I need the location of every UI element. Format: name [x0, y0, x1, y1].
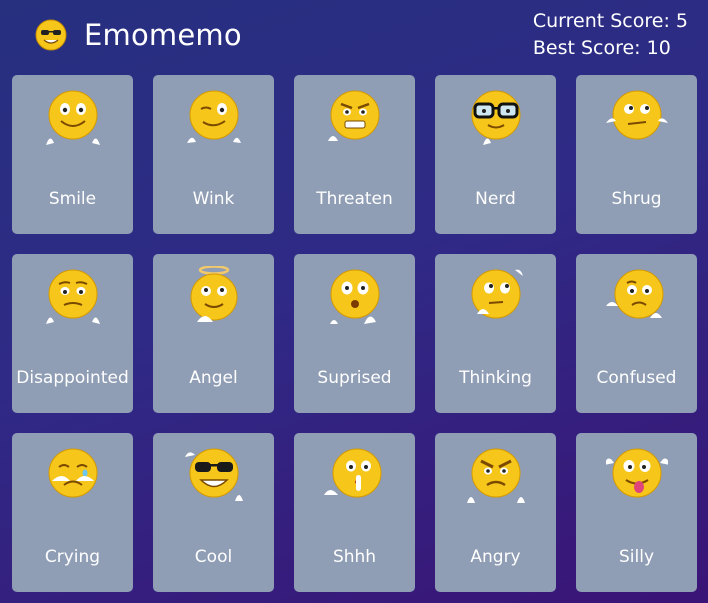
card-smile[interactable]: Smile: [12, 75, 133, 234]
threaten-emoji-icon: [328, 90, 380, 141]
silly-emoji-icon: [606, 448, 668, 498]
card-silly[interactable]: Silly: [576, 433, 697, 592]
thinking-emoji-icon: [471, 269, 523, 319]
app-title: Emomemo: [84, 18, 242, 52]
smile-emoji-icon: [46, 90, 100, 145]
card-thinking[interactable]: Thinking: [435, 254, 556, 413]
card-label: Angel: [189, 368, 238, 388]
angry-emoji-icon: [467, 448, 525, 503]
card-label: Smile: [48, 189, 97, 209]
card-angry[interactable]: Angry: [435, 433, 556, 592]
card-angel[interactable]: Angel: [153, 254, 274, 413]
shhh-emoji-icon: [324, 448, 382, 498]
card-label: Cool: [194, 547, 233, 567]
card-nerd[interactable]: Nerd: [435, 75, 556, 234]
card-shrug[interactable]: Shrug: [576, 75, 697, 234]
card-label: Nerd: [475, 189, 516, 209]
card-label: Shrug: [611, 189, 662, 209]
card-crying[interactable]: Crying: [12, 433, 133, 592]
current-score: Current Score: 5: [532, 10, 688, 32]
disappointed-emoji-icon: [46, 269, 100, 324]
card-label: Wink: [192, 189, 235, 209]
card-shhh[interactable]: Shhh: [294, 433, 415, 592]
card-wink[interactable]: Wink: [153, 75, 274, 234]
card-label: Confused: [596, 368, 677, 388]
card-label: Shhh: [332, 547, 377, 567]
surprised-emoji-icon: [330, 269, 380, 324]
cool-emoji-icon: [35, 19, 67, 51]
card-label: Thinking: [459, 368, 532, 388]
app-header: Emomemo Current Score: 5 Best Score: 10: [0, 0, 708, 72]
score-panel: Current Score: 5 Best Score: 10: [533, 8, 688, 62]
cool-emoji-icon: [185, 448, 243, 501]
card-label: Silly: [618, 547, 655, 567]
card-disappointed[interactable]: Disappointed: [12, 254, 133, 413]
crying-emoji-icon: [48, 448, 98, 498]
card-label: Threaten: [316, 189, 393, 209]
card-label: Disappointed: [16, 368, 129, 388]
best-score: Best Score: 10: [532, 37, 671, 59]
card-cool[interactable]: Cool: [153, 433, 274, 592]
card-suprised[interactable]: Suprised: [294, 254, 415, 413]
card-label: Suprised: [317, 368, 392, 388]
card-confused[interactable]: Confused: [576, 254, 697, 413]
card-label: Crying: [44, 547, 101, 567]
angel-emoji-icon: [190, 266, 238, 322]
confused-emoji-icon: [606, 269, 664, 319]
card-threaten[interactable]: Threaten: [294, 75, 415, 234]
wink-emoji-icon: [187, 90, 241, 143]
shrug-emoji-icon: [606, 90, 668, 140]
card-label: Angry: [470, 547, 521, 567]
emoji-card-grid: Smile Wink Threaten Nerd Shrug Disappoin…: [12, 75, 697, 592]
nerd-emoji-icon: [471, 90, 521, 145]
